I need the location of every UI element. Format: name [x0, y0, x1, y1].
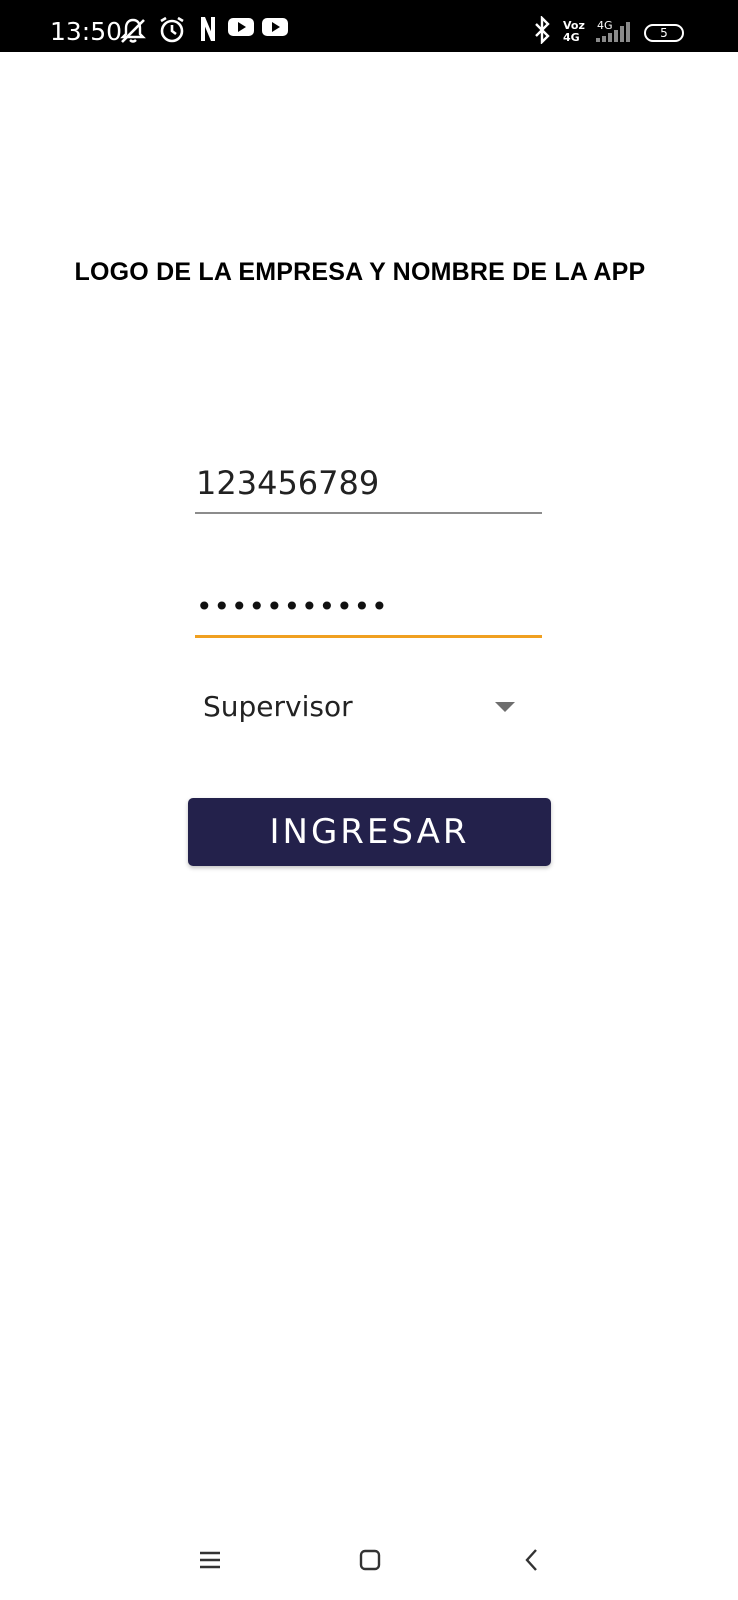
bluetooth-icon [533, 16, 551, 48]
mute-icon [118, 16, 148, 48]
netflix-icon [200, 16, 216, 48]
role-select[interactable]: Supervisor [195, 682, 535, 730]
status-bar: 13:50 Voz 4G 4G 5 [0, 0, 738, 52]
user-input-value: 123456789 [196, 464, 380, 502]
back-icon[interactable] [512, 1540, 552, 1580]
role-select-value: Supervisor [203, 690, 353, 723]
dropdown-arrow-icon[interactable] [495, 702, 515, 712]
password-input[interactable]: ••••••••••• [195, 580, 542, 638]
battery-icon: 5 [644, 24, 684, 42]
youtube-icon [228, 16, 254, 48]
login-button[interactable]: INGRESAR [188, 798, 551, 866]
status-time: 13:50 [50, 17, 123, 46]
signal-icon [594, 20, 634, 52]
menu-icon[interactable] [190, 1540, 230, 1580]
network-label-bottom: 4G [563, 31, 580, 44]
home-icon[interactable] [350, 1540, 390, 1580]
youtube-icon [262, 16, 288, 48]
network-label-top: Voz [563, 19, 585, 32]
alarm-icon [158, 16, 186, 48]
navigation-bar [0, 1520, 738, 1600]
battery-level: 5 [660, 26, 668, 40]
app-title: LOGO DE LA EMPRESA Y NOMBRE DE LA APP [74, 258, 646, 286]
user-input[interactable]: 123456789 [195, 458, 542, 514]
password-input-value: ••••••••••• [196, 590, 389, 623]
